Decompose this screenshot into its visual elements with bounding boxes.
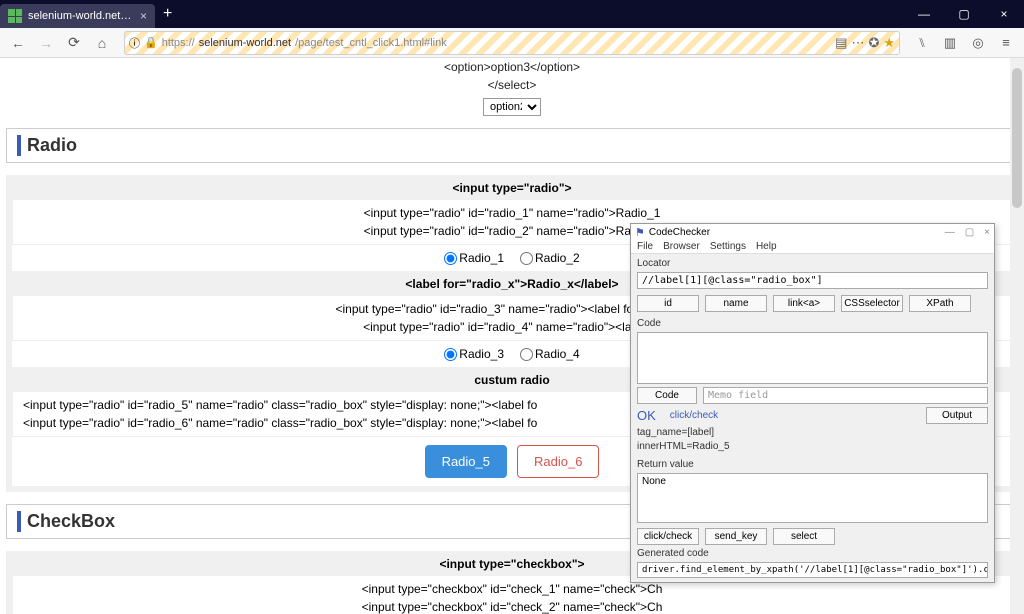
forward-button[interactable]: → (34, 31, 58, 55)
toolbar-right: ⑊ ▥ ◎ ≡ (910, 31, 1018, 55)
snippet-line: </select> (6, 76, 1018, 94)
maximize-icon[interactable]: ▢ (944, 0, 984, 28)
radio-label: Radio_2 (535, 251, 580, 265)
code-snippet: <option>option3</option> </select> (6, 58, 1018, 94)
menu-help[interactable]: Help (756, 241, 777, 252)
new-tab-button[interactable]: + (155, 5, 180, 23)
cc-maximize-icon[interactable]: ▢ (965, 227, 974, 238)
tab-title: selenium-world.net/page/test... (28, 10, 134, 22)
return-value-box[interactable]: None (637, 473, 988, 523)
btn-css[interactable]: CSSselector (841, 295, 903, 312)
radio-1[interactable]: Radio_1 (444, 251, 504, 265)
star-icon[interactable]: ★ (883, 35, 895, 51)
minimize-icon[interactable]: — (904, 0, 944, 28)
scrollbar-thumb[interactable] (1012, 68, 1022, 208)
lock-icon: 🔒 (144, 36, 158, 49)
home-button[interactable]: ⌂ (90, 31, 114, 55)
btn-xpath[interactable]: XPath (909, 295, 971, 312)
option-select[interactable]: option2 (483, 98, 541, 116)
sidebar-icon[interactable]: ▥ (938, 31, 962, 55)
window-controls: — ▢ × (904, 0, 1024, 28)
close-window-icon[interactable]: × (984, 0, 1024, 28)
code-label: Code (637, 318, 988, 329)
locator-buttons: id name link<a> CSSselector XPath (637, 295, 988, 312)
info-icon[interactable]: ⓘ (129, 35, 140, 51)
url-actions: ▤ ⋯ ✪ ★ (835, 35, 895, 51)
return-label: Return value (637, 459, 988, 470)
menu-browser[interactable]: Browser (663, 241, 700, 252)
inner-line: innerHTML=Radio_5 (637, 441, 988, 452)
btn-sendkey[interactable]: send_key (705, 528, 767, 545)
close-icon[interactable]: × (140, 9, 147, 23)
cc-minimize-icon[interactable]: — (945, 227, 955, 238)
reader-icon[interactable]: ▤ (835, 35, 847, 51)
radio-label: Radio_1 (459, 251, 504, 265)
action-link: click/check (670, 410, 718, 421)
locator-label: Locator (637, 258, 988, 269)
locator-input[interactable] (637, 272, 988, 289)
tag-line: tag_name=[label] (637, 427, 988, 438)
gen-label: Generated code (637, 548, 988, 559)
url-path: /page/test_cntl_click1.html#link (295, 37, 831, 49)
radio-section: Radio (6, 128, 1018, 163)
reload-button[interactable]: ⟳ (62, 31, 86, 55)
radio-4[interactable]: Radio_4 (520, 347, 580, 361)
more-icon[interactable]: ⋯ (851, 35, 864, 51)
radio-label: Radio_4 (535, 347, 580, 361)
cc-menu: File Browser Settings Help (631, 241, 994, 254)
return-value: None (642, 476, 666, 487)
code-textarea[interactable] (637, 332, 988, 384)
library-icon[interactable]: ⑊ (910, 31, 934, 55)
codechecker-window: ⚑ CodeChecker — ▢ × File Browser Setting… (630, 223, 995, 583)
code-line: <input type="checkbox" id="check_2" name… (17, 598, 1007, 614)
radio-label: Radio_3 (459, 347, 504, 361)
browser-toolbar: ← → ⟳ ⌂ ⓘ 🔒 https:// selenium-world.net/p… (0, 28, 1024, 58)
browser-tab[interactable]: selenium-world.net/page/test... × (0, 4, 155, 28)
cc-titlebar[interactable]: ⚑ CodeChecker — ▢ × (631, 224, 994, 241)
cc-body: Locator id name link<a> CSSselector XPat… (631, 254, 994, 582)
radio-6-button[interactable]: Radio_6 (517, 445, 599, 478)
memo-field[interactable]: Memo field (703, 387, 988, 404)
radio-5-button[interactable]: Radio_5 (425, 445, 507, 478)
shield-icon[interactable]: ✪ (868, 35, 879, 51)
code-line: <input type="radio" id="radio_1" name="r… (17, 204, 1007, 222)
url-domain: selenium-world.net (199, 37, 291, 49)
radio-input[interactable] (520, 252, 533, 265)
btn-clickcheck[interactable]: click/check (637, 528, 699, 545)
btn-code[interactable]: Code (637, 387, 697, 404)
action-buttons: click/check send_key select (637, 528, 988, 545)
account-icon[interactable]: ◎ (966, 31, 990, 55)
menu-file[interactable]: File (637, 241, 653, 252)
back-button[interactable]: ← (6, 31, 30, 55)
radio-3[interactable]: Radio_3 (444, 347, 504, 361)
scrollbar[interactable] (1010, 58, 1024, 614)
radio-heading: Radio (17, 135, 1007, 156)
menu-icon[interactable]: ≡ (994, 31, 1018, 55)
favicon-icon (8, 9, 22, 23)
cc-title: CodeChecker (649, 227, 710, 238)
window-titlebar: selenium-world.net/page/test... × + — ▢ … (0, 0, 1024, 28)
tabs-area: selenium-world.net/page/test... × + (0, 0, 180, 28)
app-icon: ⚑ (635, 226, 645, 239)
block-title: <input type="radio"> (12, 181, 1012, 195)
btn-link[interactable]: link<a> (773, 295, 835, 312)
radio-input[interactable] (444, 252, 457, 265)
url-scheme: https:// (162, 37, 195, 49)
menu-settings[interactable]: Settings (710, 241, 746, 252)
status-ok: OK (637, 408, 656, 423)
btn-id[interactable]: id (637, 295, 699, 312)
address-bar[interactable]: ⓘ 🔒 https:// selenium-world.net/page/test… (124, 31, 900, 55)
radio-input[interactable] (520, 348, 533, 361)
btn-output[interactable]: Output (926, 407, 988, 424)
cc-close-icon[interactable]: × (984, 227, 990, 238)
radio-2[interactable]: Radio_2 (520, 251, 580, 265)
btn-name[interactable]: name (705, 295, 767, 312)
generated-code[interactable]: driver.find_element_by_xpath('//label[1]… (637, 562, 988, 578)
snippet-line: <option>option3</option> (6, 58, 1018, 76)
btn-select[interactable]: select (773, 528, 835, 545)
radio-input[interactable] (444, 348, 457, 361)
